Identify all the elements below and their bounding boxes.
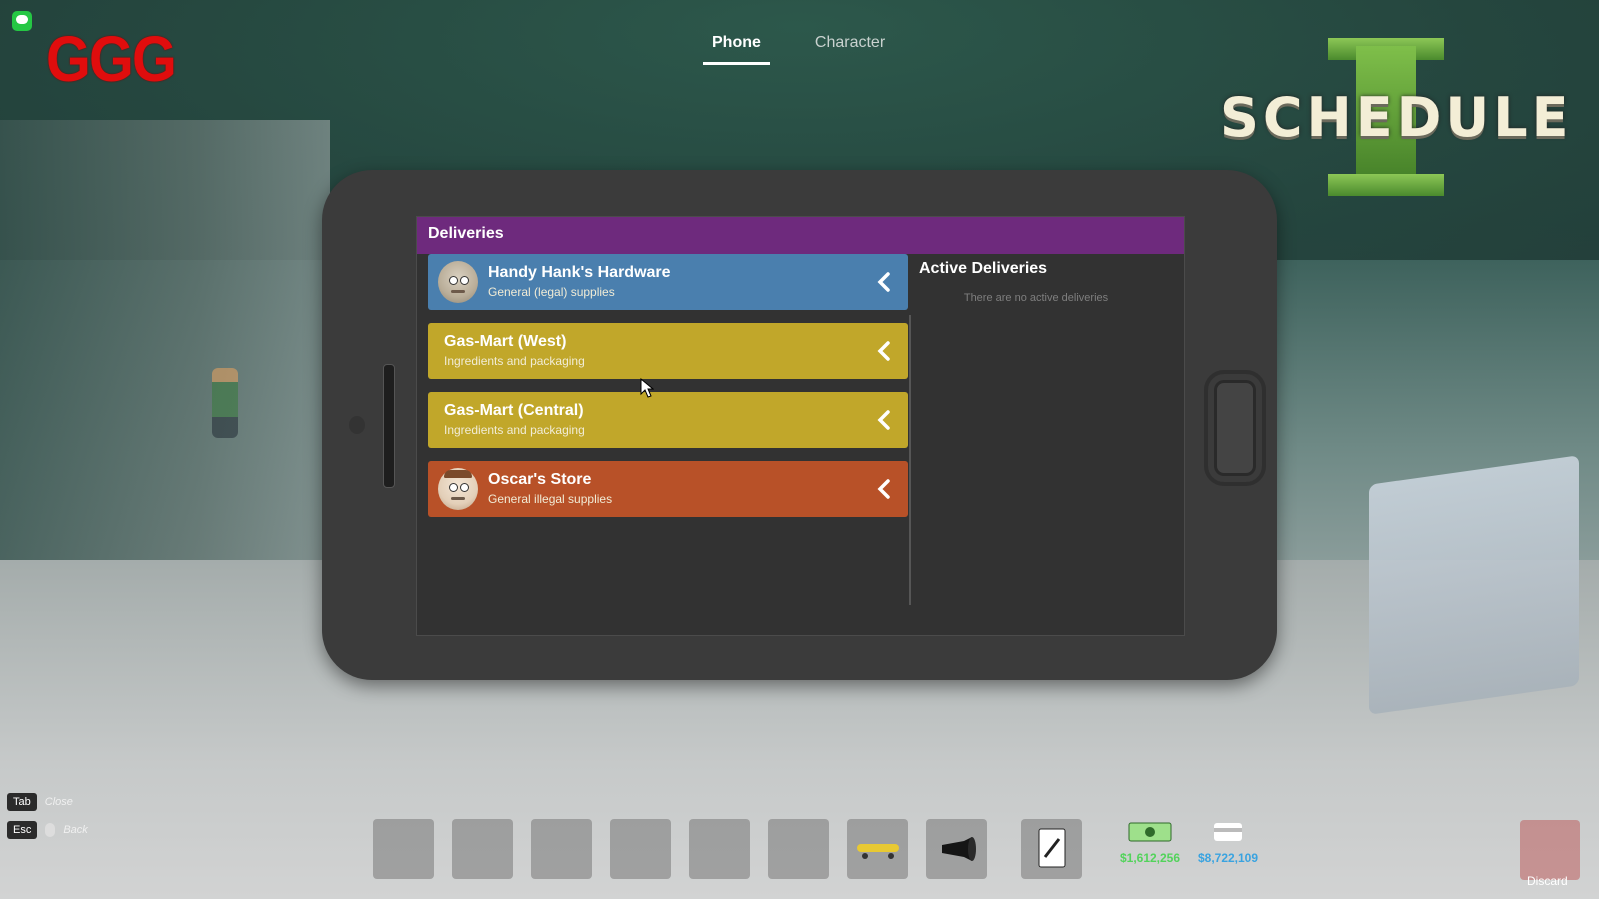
active-deliveries-title: Active Deliveries xyxy=(919,260,1048,277)
hint-label: Close xyxy=(44,796,73,808)
chevron-left-icon xyxy=(877,410,890,430)
phone-home-button[interactable] xyxy=(1204,370,1266,486)
key-hints: Tab Close Esc Back xyxy=(7,793,88,849)
hint-back: Esc Back xyxy=(7,821,88,839)
discard-label: Discard xyxy=(1527,874,1568,888)
app-title: Deliveries xyxy=(428,225,504,242)
shop-desc: Ingredients and packaging xyxy=(444,354,585,368)
top-tabs: Phone Character xyxy=(703,30,894,65)
bank-display: $8,722,109 xyxy=(1188,822,1268,865)
notebook-icon xyxy=(1038,828,1066,868)
avatar-mouth xyxy=(451,290,465,293)
shop-gas-mart-west[interactable]: Gas-Mart (West) Ingredients and packagin… xyxy=(428,323,908,379)
key-esc: Esc xyxy=(7,821,38,839)
bank-amount: $8,722,109 xyxy=(1197,851,1259,865)
phone-screen: Deliveries Handy Hank's Hardware General… xyxy=(416,216,1185,636)
tab-phone[interactable]: Phone xyxy=(703,30,770,65)
logo-numeral-bottom xyxy=(1328,174,1444,196)
hotbar-slot[interactable] xyxy=(610,819,671,879)
discard-slot[interactable] xyxy=(1520,820,1580,880)
hotbar-slot[interactable] xyxy=(373,819,434,879)
cash-icon xyxy=(1128,822,1172,842)
cash-amount: $1,612,256 xyxy=(1119,851,1181,865)
shop-name: Gas-Mart (Central) xyxy=(444,402,584,419)
shop-handy-hanks-hardware[interactable]: Handy Hank's Hardware General (legal) su… xyxy=(428,254,908,310)
shop-gas-mart-central[interactable]: Gas-Mart (Central) Ingredients and packa… xyxy=(428,392,908,448)
hint-close: Tab Close xyxy=(7,793,88,811)
chat-icon[interactable] xyxy=(12,11,32,31)
hotbar-slot[interactable] xyxy=(768,819,829,879)
hotbar-slot[interactable] xyxy=(452,819,513,879)
phone-side-slot xyxy=(383,364,395,488)
cash-display: $1,612,256 xyxy=(1110,822,1190,865)
hotbar-slot-skateboard[interactable] xyxy=(847,819,908,879)
avatar-hair xyxy=(444,470,472,478)
shop-name: Gas-Mart (West) xyxy=(444,333,567,350)
logo-text: SCHEDULE xyxy=(1220,86,1573,149)
shop-desc: General illegal supplies xyxy=(488,492,613,506)
shop-list: Handy Hank's Hardware General (legal) su… xyxy=(417,254,909,635)
active-deliveries-empty: There are no active deliveries xyxy=(963,292,1109,304)
background-crate xyxy=(1369,455,1579,715)
schedule-logo: SCHEDULE xyxy=(1220,38,1573,203)
background-wall xyxy=(0,120,330,600)
card-icon xyxy=(1214,823,1242,841)
shop-desc: General (legal) supplies xyxy=(488,285,615,299)
key-tab: Tab xyxy=(7,793,37,811)
hotbar-slot[interactable] xyxy=(531,819,592,879)
hotbar xyxy=(373,819,1082,879)
shop-desc: Ingredients and packaging xyxy=(444,423,585,437)
mouse-cursor-icon xyxy=(640,378,654,398)
chevron-left-icon xyxy=(877,272,890,292)
oscar-avatar xyxy=(438,468,478,510)
chevron-left-icon xyxy=(877,479,890,499)
hotbar-slot[interactable] xyxy=(689,819,750,879)
background-npc xyxy=(212,368,238,438)
avatar-eye xyxy=(449,276,458,285)
ggg-logo: GGG xyxy=(46,23,177,95)
skateboard-icon xyxy=(857,844,899,859)
active-deliveries-panel: Active Deliveries There are no active de… xyxy=(911,254,1184,635)
hint-label: Back xyxy=(63,824,88,836)
chevron-left-icon xyxy=(877,341,890,361)
avatar-eye xyxy=(460,483,469,492)
mouse-icon xyxy=(45,823,56,837)
avatar-eye xyxy=(449,483,458,492)
flashlight-icon xyxy=(942,837,976,861)
hank-avatar xyxy=(438,261,478,303)
shop-name: Oscar's Store xyxy=(488,471,592,488)
shop-name: Handy Hank's Hardware xyxy=(488,264,671,281)
phone-camera xyxy=(349,416,365,434)
shop-oscars-store[interactable]: Oscar's Store General illegal supplies xyxy=(428,461,908,517)
app-header: Deliveries xyxy=(417,217,1184,254)
hotbar-slot-flashlight[interactable] xyxy=(926,819,987,879)
hotbar-slot-notebook[interactable] xyxy=(1021,819,1082,879)
avatar-eye xyxy=(460,276,469,285)
avatar-mouth xyxy=(451,497,465,500)
tab-character[interactable]: Character xyxy=(806,30,894,65)
